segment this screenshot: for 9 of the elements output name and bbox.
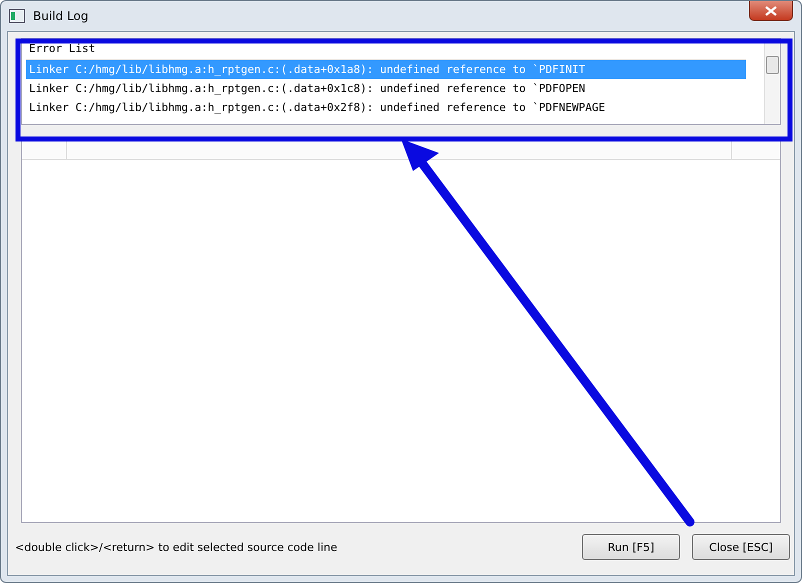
- dialog-button[interactable]: Close [ESC]: [692, 534, 790, 560]
- close-button[interactable]: [749, 1, 793, 21]
- hint-text: <double click>/<return> to edit selected source code line: [15, 540, 338, 554]
- error-row[interactable]: Linker C:/hmg/lib/libhmg.a:h_rptgen.c:(.data+0x1c8): undefined reference to `PDFOPEN: [26, 79, 746, 98]
- dialog-button[interactable]: Run [F5]: [582, 534, 680, 560]
- window-title: Build Log: [33, 9, 88, 23]
- window-icon: [9, 9, 25, 23]
- close-icon: [765, 6, 777, 16]
- error-row[interactable]: Linker C:/hmg/lib/libhmg.a:h_rptgen.c:(.data+0x2f8): undefined reference to `PDFNEWPAGE: [26, 98, 746, 117]
